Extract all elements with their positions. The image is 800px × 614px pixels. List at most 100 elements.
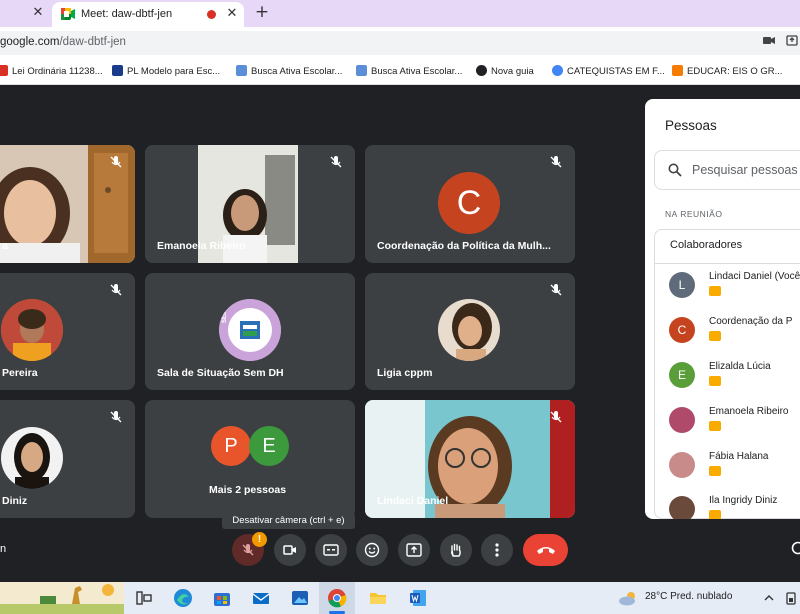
battery-icon[interactable] [784, 591, 798, 605]
bookmark-favicon-icon [112, 65, 123, 76]
task-view-icon[interactable] [134, 588, 154, 608]
tab-close-icon[interactable]: ✕ [224, 6, 240, 22]
globe-icon [476, 65, 487, 76]
logo-text: SEMDH [222, 301, 228, 323]
group-title[interactable]: Colaboradores [670, 239, 742, 251]
person-name: Elizalda Lúcia [709, 361, 771, 372]
collaborator-badge-icon [709, 286, 721, 296]
bookmark-favicon-icon [552, 65, 563, 76]
new-tab-button[interactable]: + [252, 2, 272, 22]
url-text: google.com/daw-dbtf-jen [0, 36, 126, 48]
store-icon[interactable] [212, 588, 232, 608]
present-screen-icon [406, 543, 422, 557]
participant-tile[interactable]: Emanoela Ribeiro [145, 145, 355, 263]
person-row[interactable]: C Coordenação da P [669, 315, 800, 349]
bookmarks-bar: Lei Ordinária 11238... PL Modelo para Es… [0, 58, 800, 85]
edge-icon[interactable] [173, 588, 193, 608]
emoji-icon [364, 542, 380, 558]
person-name: Fábia Halana [709, 451, 769, 462]
bookmark-item[interactable]: PL Modelo para Esc... [112, 65, 220, 79]
bookmark-item[interactable]: Nova guia [476, 65, 534, 79]
more-participants-tile[interactable]: P E Mais 2 pessoas [145, 400, 355, 518]
address-bar[interactable]: google.com/daw-dbtf-jen [0, 31, 800, 55]
bookmark-item[interactable]: EDUCAR: EIS O GR... [672, 65, 783, 79]
search-placeholder: Pesquisar pessoas [692, 163, 798, 177]
raise-hand-button[interactable] [440, 534, 472, 566]
participant-tile[interactable]: Diniz [0, 400, 135, 518]
bookmark-favicon-icon [356, 65, 367, 76]
camera-button[interactable] [274, 534, 306, 566]
muted-mic-icon [110, 411, 122, 423]
participant-avatar: E [249, 426, 289, 466]
url-path: /daw-dbtf-jen [59, 36, 126, 48]
share-icon[interactable] [786, 34, 800, 46]
file-explorer-icon[interactable] [368, 588, 388, 608]
person-name: Coordenação da P [709, 316, 793, 327]
person-avatar [669, 496, 695, 519]
bookmark-item[interactable]: Busca Ativa Escolar... [236, 65, 342, 79]
reactions-button[interactable] [356, 534, 388, 566]
person-avatar [669, 407, 695, 433]
blogger-icon [672, 65, 683, 76]
participant-tile[interactable]: Pereira [0, 273, 135, 390]
muted-mic-icon [330, 156, 342, 168]
participant-tile[interactable]: Ligia cppm [365, 273, 575, 390]
recording-indicator-icon [207, 10, 216, 19]
weather-cloud-icon[interactable] [618, 590, 640, 606]
participant-name: Emanoela Ribeiro [157, 240, 246, 252]
word-icon[interactable] [408, 588, 428, 608]
captions-button[interactable] [315, 534, 347, 566]
person-row[interactable]: Emanoela Ribeiro [669, 405, 800, 439]
people-search-input[interactable]: Pesquisar pessoas [654, 150, 800, 190]
chevron-up-icon[interactable] [763, 593, 775, 603]
participant-photo [1, 299, 63, 361]
browser-toolbar: google.com/daw-dbtf-jen [0, 27, 800, 58]
participant-tile[interactable]: C Coordenação da Política da Mulh... [365, 145, 575, 263]
hang-up-icon [537, 547, 555, 554]
muted-mic-icon [110, 156, 122, 168]
url-host: google.com [0, 36, 60, 48]
muted-mic-icon [550, 156, 562, 168]
collaborator-badge-icon [709, 376, 721, 386]
participant-name: Diniz [2, 495, 28, 507]
participant-tile[interactable]: SEMDH Sala de Situação Sem DH [145, 273, 355, 390]
participant-name: Ligia cppm [377, 367, 433, 379]
previous-tab-close-icon[interactable]: ✕ [30, 5, 46, 21]
bookmark-favicon-icon [236, 65, 247, 76]
muted-mic-icon [550, 284, 562, 296]
present-button[interactable] [398, 534, 430, 566]
collaborator-badge-icon [709, 466, 721, 476]
more-options-button[interactable] [481, 534, 513, 566]
participant-name: Sala de Situação Sem DH [157, 367, 284, 379]
mail-icon[interactable] [251, 588, 271, 608]
participant-tile[interactable]: Lindaci Daniel [365, 400, 575, 518]
person-row[interactable]: Fábia Halana [669, 450, 800, 484]
person-row[interactable]: L Lindaci Daniel (Você) [669, 270, 800, 304]
person-row[interactable]: E Elizalda Lúcia [669, 360, 800, 394]
participant-tile[interactable]: a [0, 145, 135, 263]
person-name: Ila Ingridy Diniz [709, 495, 778, 506]
bookmark-item[interactable]: Busca Ativa Escolar... [356, 65, 462, 79]
participant-name: Lindaci Daniel [377, 495, 449, 507]
weather-text: 28°C Pred. nublado [645, 591, 733, 602]
participant-photo [438, 299, 500, 361]
people-panel: Pessoas Pesquisar pessoas NA REUNIÃO Col… [645, 99, 800, 519]
meeting-code: n [0, 543, 7, 555]
leave-call-button[interactable] [523, 534, 568, 566]
participant-avatar: P [211, 426, 251, 466]
organization-logo: SEMDH [219, 299, 281, 361]
os-taskbar: 28°C Pred. nublado [0, 582, 800, 614]
meeting-info-icon[interactable] [791, 541, 800, 555]
bookmark-item[interactable]: Lei Ordinária 11238... [0, 65, 103, 79]
person-row[interactable]: Ila Ingridy Diniz [669, 494, 800, 519]
photos-icon[interactable] [290, 588, 310, 608]
section-label: NA REUNIÃO [665, 209, 723, 219]
tab-meet[interactable]: Meet: daw-dbtf-jen ✕ [52, 2, 244, 27]
divider [655, 263, 800, 264]
bookmark-item[interactable]: CATEQUISTAS EM F... [552, 65, 665, 79]
weather-widget-image[interactable] [0, 582, 124, 614]
camera-permission-icon[interactable] [762, 34, 776, 46]
chrome-icon [328, 589, 347, 608]
hand-icon [451, 543, 461, 557]
chrome-taskbar-button[interactable] [319, 582, 355, 614]
